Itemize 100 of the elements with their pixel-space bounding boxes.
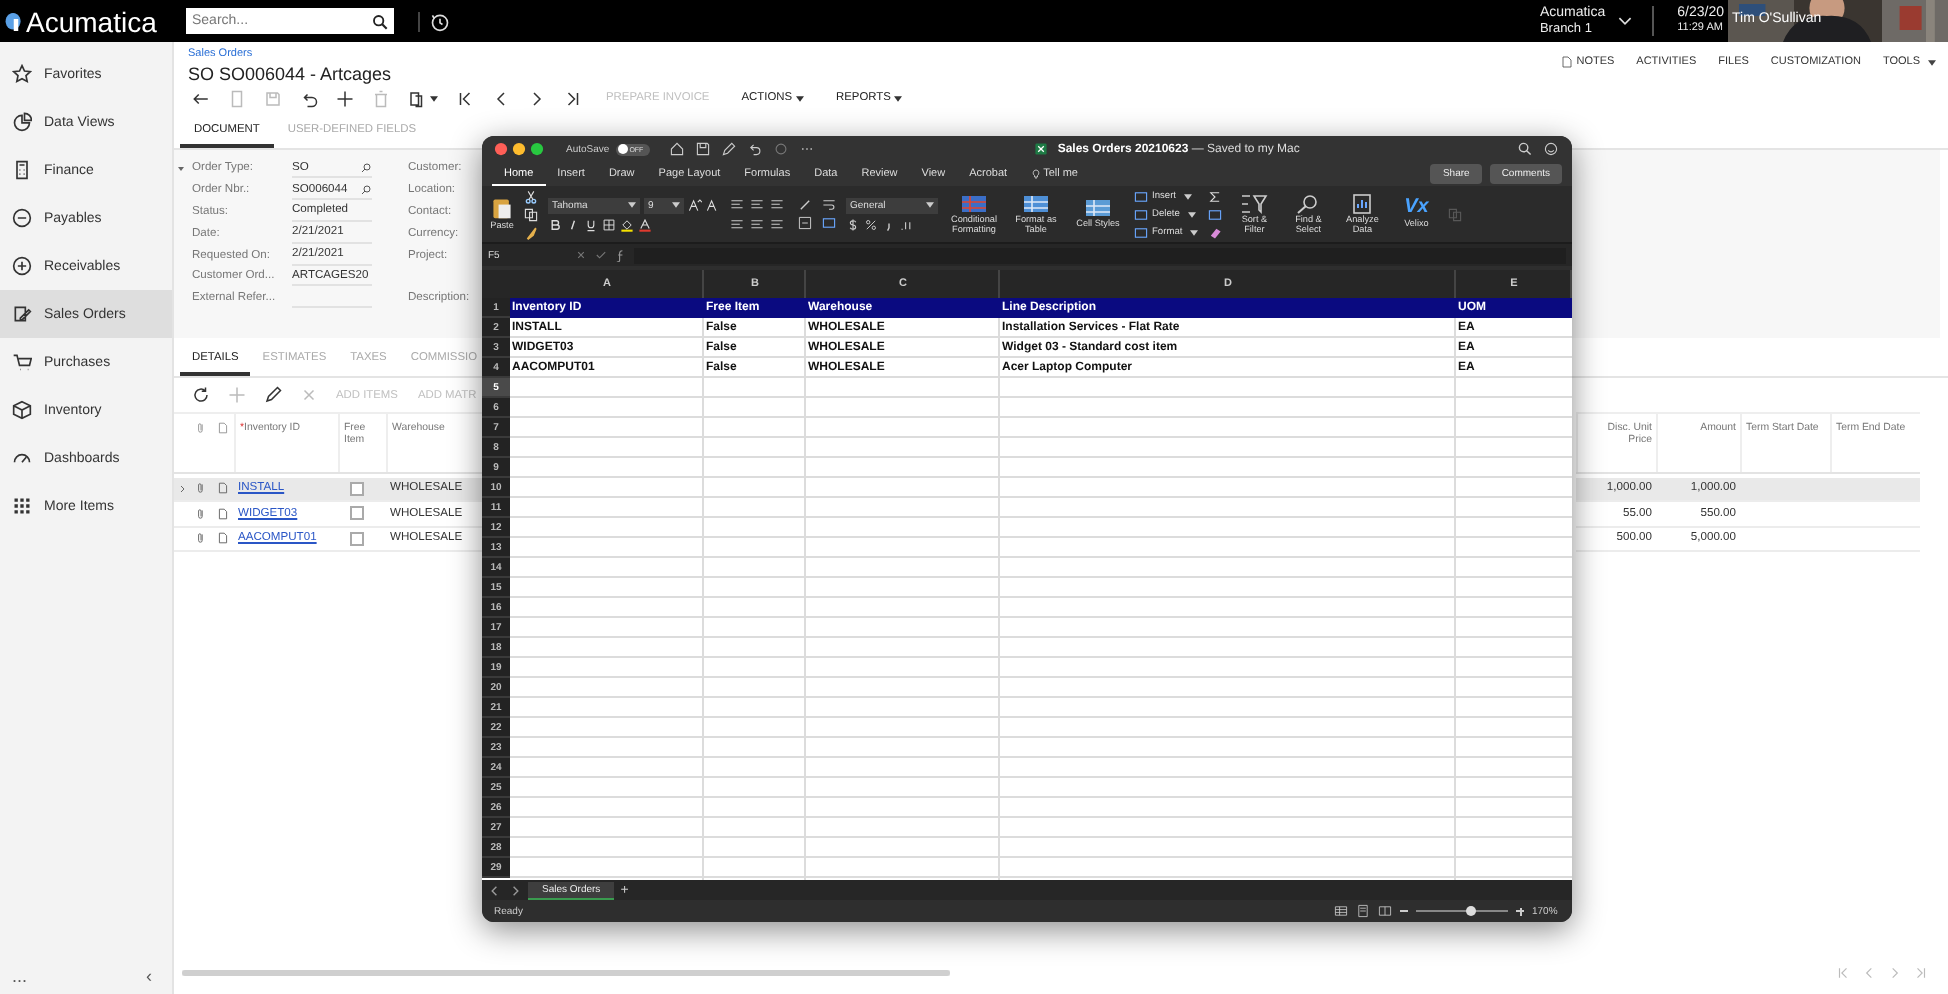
clipboard-icon [490,196,514,221]
history-icon[interactable] [418,11,450,31]
page-title: SO SO006044 - Artcages [188,64,392,84]
search-icon [360,183,372,196]
next-icon [527,89,545,107]
align-icon[interactable] [770,197,784,211]
sum-icon[interactable] [1208,189,1223,203]
caret-icon [1928,59,1936,65]
page-break-icon[interactable] [1378,904,1392,918]
star-icon [12,64,32,84]
note-icon [1562,56,1573,68]
magnifier-icon [1294,193,1323,214]
scissors-icon[interactable] [524,189,538,203]
pencil-icon[interactable] [722,142,737,156]
first-page-icon [455,89,473,107]
add-icon [227,386,245,405]
fill-color-icon[interactable] [620,217,634,231]
caret-icon [926,202,934,208]
close-icon [299,386,317,405]
page-layout-icon[interactable] [1356,904,1370,918]
gauge-icon [12,448,32,468]
collapse-button[interactable]: ‹ [146,966,152,986]
more-icon[interactable] [800,142,815,156]
eraser-icon[interactable] [1208,225,1223,239]
grid-icon [12,496,32,516]
box-icon [12,400,32,420]
align-icon[interactable] [730,217,744,231]
cart-icon [12,352,32,372]
checkbox[interactable] [350,531,364,546]
caret-icon [1184,193,1192,199]
scrollbar[interactable] [182,969,950,975]
bold-icon[interactable] [548,217,562,231]
underline-icon[interactable] [584,217,598,231]
add-icon [335,89,353,107]
pie-chart-icon [12,112,32,132]
borders-icon[interactable] [602,217,616,231]
caret-icon [1187,211,1196,217]
page-icon [218,421,228,434]
italic-icon[interactable] [566,217,580,231]
currency-icon[interactable] [846,217,860,231]
spreadsheet-icon [1034,142,1049,156]
search-icon [360,161,372,174]
caret-icon [672,202,680,208]
percent-icon[interactable] [864,217,878,231]
decimal-icon[interactable] [900,217,914,231]
align-icon[interactable] [750,197,764,211]
shrink-font-icon[interactable] [706,198,720,212]
more-button[interactable]: ... [12,966,28,986]
brush-icon[interactable] [524,225,538,239]
check-icon [594,248,608,262]
copy-icon[interactable] [524,207,538,221]
cancel-icon [574,248,588,262]
search-icon [372,13,388,29]
minimize-icon[interactable] [512,142,526,156]
undo-icon[interactable] [748,142,763,156]
zoom-in-button[interactable] [1516,907,1524,915]
smiley-icon[interactable] [1543,142,1558,156]
back-arrow-icon [191,89,209,107]
font-color-icon[interactable] [638,217,652,231]
search-icon[interactable] [1517,142,1532,156]
wrap-text-icon[interactable] [822,198,836,212]
save-icon [263,89,281,107]
previous-icon[interactable] [488,883,502,897]
next-icon[interactable] [508,883,522,897]
analyze-data-icon [1348,193,1377,214]
caret-icon [1190,229,1199,235]
normal-view-icon[interactable] [1334,904,1348,918]
maximize-icon[interactable] [530,142,544,156]
calculator-icon [12,160,32,180]
save-icon[interactable] [696,142,711,156]
cell-styles-icon [1084,198,1112,219]
last-page-icon [563,89,581,107]
paperclip-icon [196,421,206,434]
sort-filter-icon [1240,193,1269,214]
caret-icon [429,95,437,101]
grow-font-icon[interactable] [688,198,702,212]
align-icon[interactable] [750,217,764,231]
close-icon[interactable] [494,142,508,156]
conditional-format-icon [960,193,988,214]
previous-icon [491,89,509,107]
app-logo: Acumatica [26,5,157,37]
checkbox[interactable] [350,506,364,521]
align-icon[interactable] [730,197,744,211]
function-icon[interactable] [614,248,628,262]
undo-icon [299,89,317,107]
document-pencil-icon [12,304,32,324]
refresh-icon [191,386,209,405]
lightbulb-icon [1031,167,1040,179]
checkbox[interactable] [350,481,364,496]
collapse-icon[interactable] [178,166,184,172]
trash-icon [371,89,389,107]
align-icon[interactable] [770,217,784,231]
page-icon [227,89,245,107]
pencil-icon [263,386,281,405]
logo-icon [4,9,22,33]
caret-icon [628,202,636,208]
copy-icon [407,89,425,107]
chevron-down-icon [1617,16,1632,26]
table-icon [1022,193,1050,214]
home-icon[interactable] [670,142,685,156]
